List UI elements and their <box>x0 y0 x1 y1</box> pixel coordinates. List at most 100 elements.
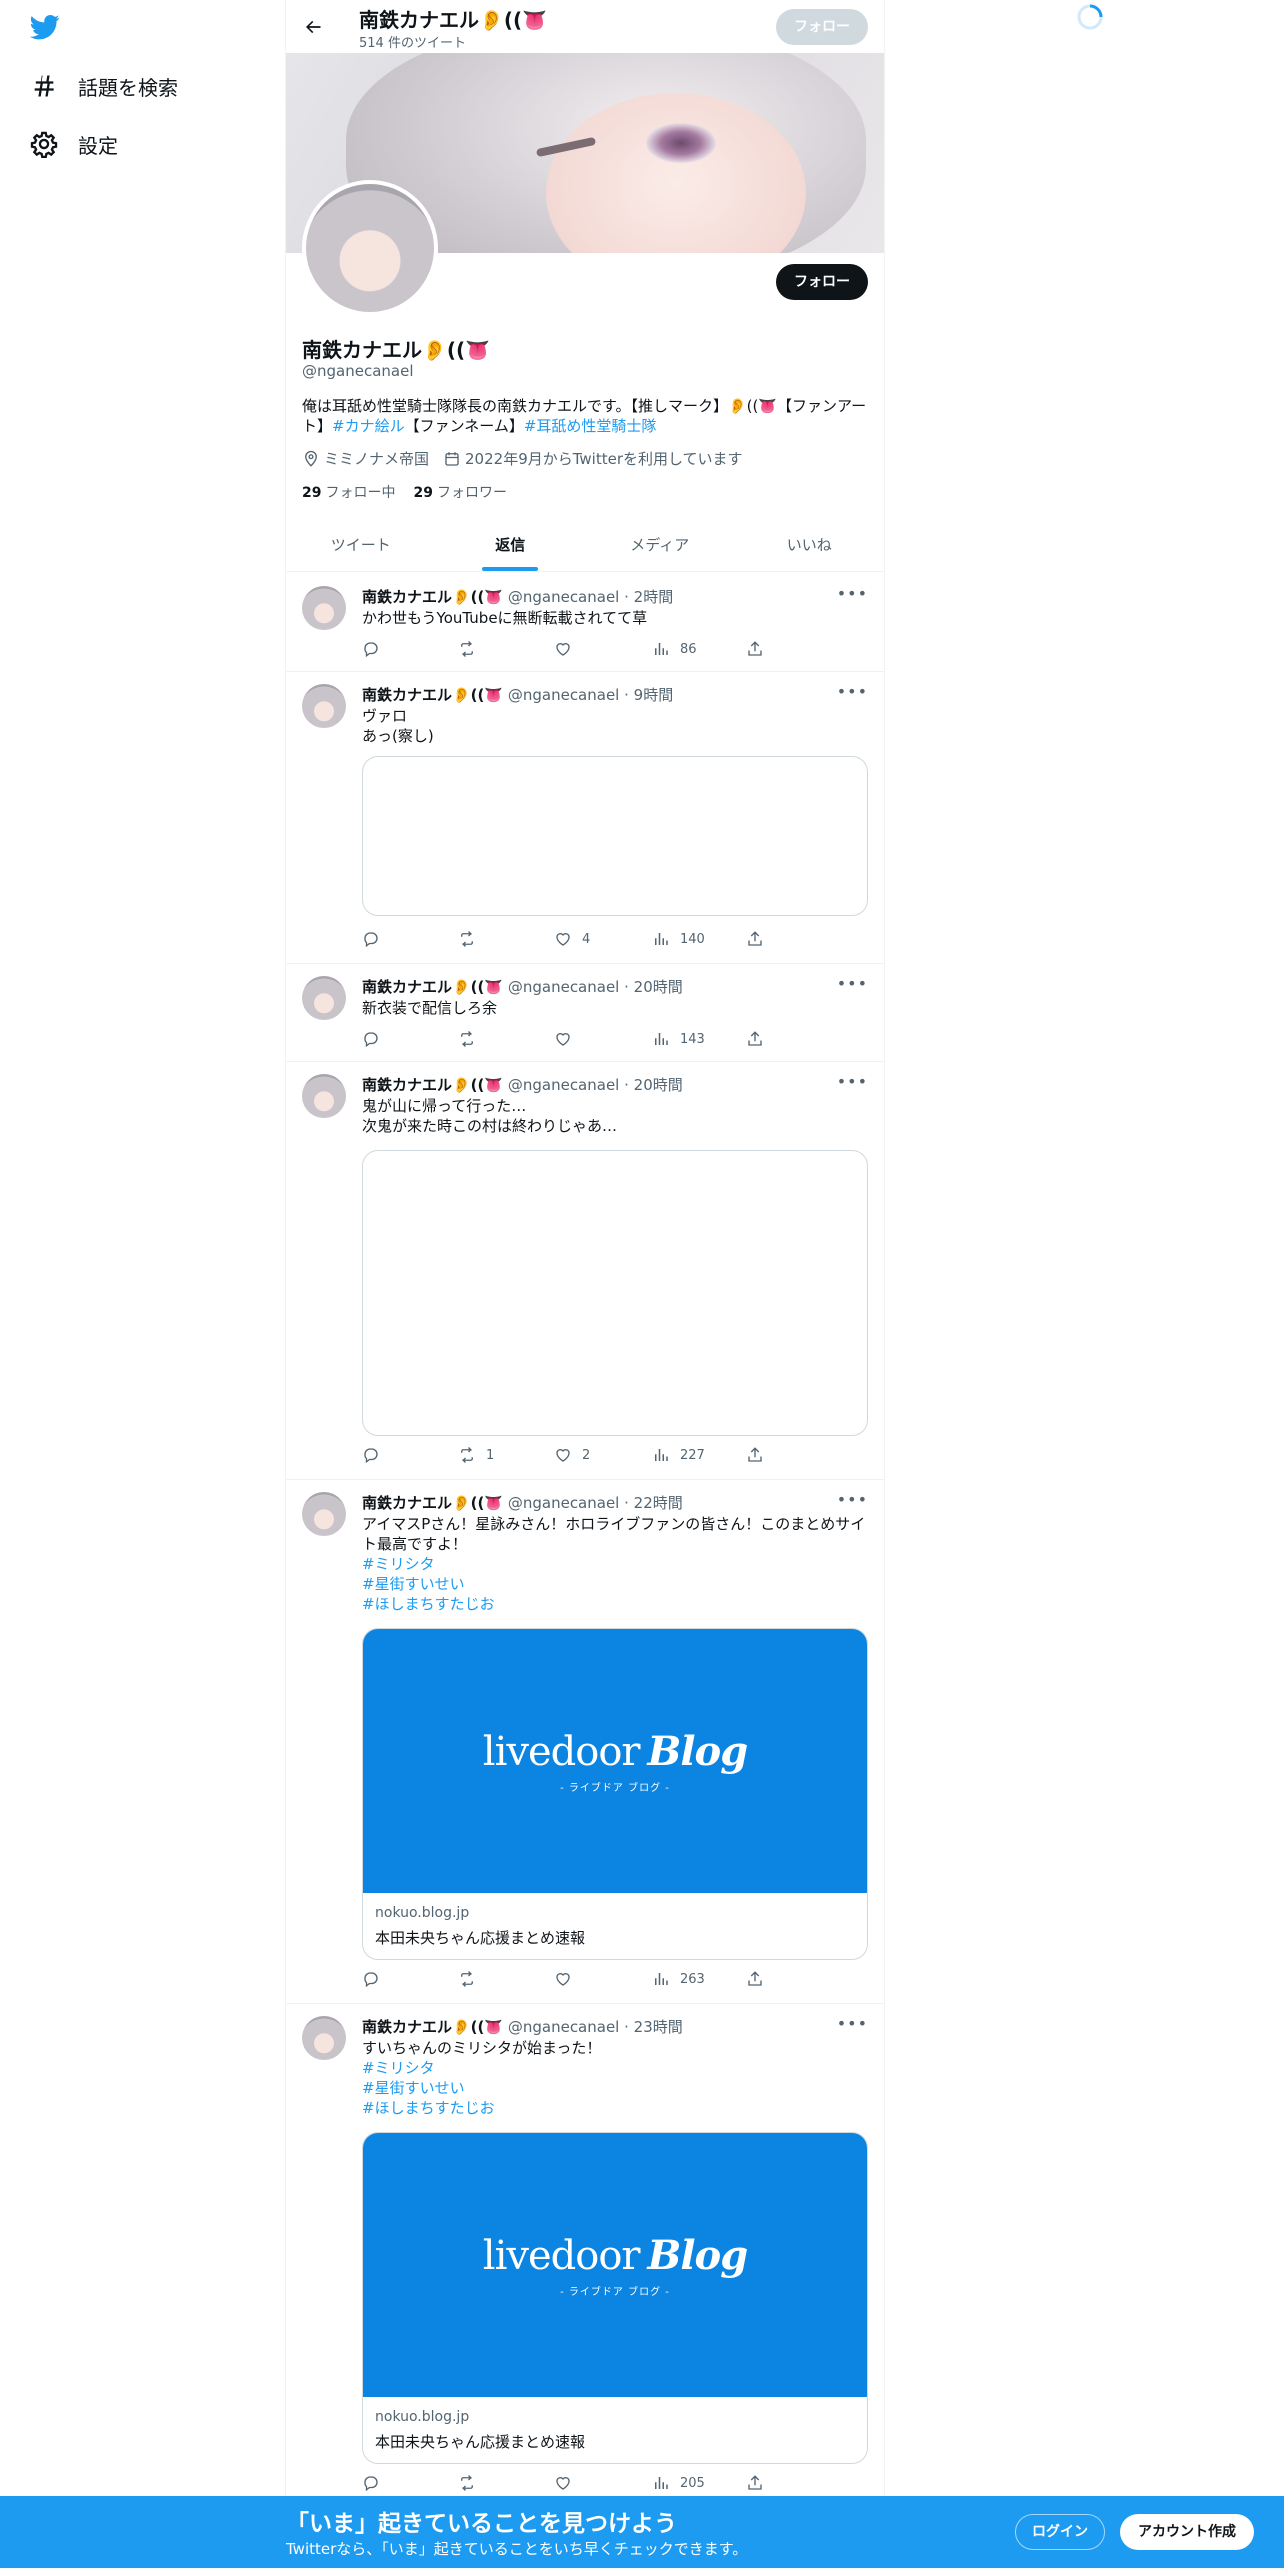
more-options-icon[interactable]: ••• <box>837 2014 868 2033</box>
tab-replies[interactable]: 返信 <box>436 517 586 571</box>
retweet-button[interactable] <box>458 1030 486 1048</box>
tweet-author-handle[interactable]: @nganecanael <box>508 588 620 606</box>
retweet-count: 1 <box>486 1447 495 1463</box>
tweet-media[interactable] <box>362 756 868 916</box>
tab-media[interactable]: メディア <box>585 517 735 571</box>
tweet-hashtag-link[interactable]: #ミリシタ <box>362 1554 868 1574</box>
tab-tweets[interactable]: ツイート <box>286 517 436 571</box>
views-button[interactable]: 140 <box>652 930 705 948</box>
link-card[interactable]: livedoor Blog - ライブドア ブログ - nokuo.blog.jp… <box>362 2132 868 2464</box>
header-profile-name: 南鉄カナエル👂((👅 <box>359 8 548 32</box>
retweet-button[interactable]: 1 <box>458 1446 494 1464</box>
twitter-bird-icon[interactable] <box>28 12 62 42</box>
share-button[interactable] <box>746 2474 774 2492</box>
more-options-icon[interactable]: ••• <box>837 974 868 993</box>
reply-icon <box>364 642 378 658</box>
follow-button[interactable]: フォロー <box>776 264 868 300</box>
views-button[interactable]: 86 <box>652 640 697 658</box>
tweet-avatar[interactable] <box>302 684 346 728</box>
signup-button[interactable]: アカウント作成 <box>1120 2514 1254 2550</box>
nav-settings[interactable]: 設定 <box>30 124 118 164</box>
tweet[interactable]: 南鉄カナエル👂((👅 @nganecanael · 2時間 ••• かわ世もうY… <box>286 574 884 672</box>
tweet-author-handle[interactable]: @nganecanael <box>508 1076 620 1094</box>
tweet-time[interactable]: · 22時間 <box>624 1494 683 1512</box>
tweet-author-handle[interactable]: @nganecanael <box>508 978 620 996</box>
share-button[interactable] <box>746 1446 774 1464</box>
views-button[interactable]: 227 <box>652 1446 705 1464</box>
like-button[interactable] <box>554 640 582 658</box>
tweet-author-handle[interactable]: @nganecanael <box>508 686 620 704</box>
tweet[interactable]: 南鉄カナエル👂((👅 @nganecanael · 9時間 ••• ヴァロ あっ… <box>286 672 884 964</box>
like-button[interactable] <box>554 1970 582 1988</box>
share-button[interactable] <box>746 1030 774 1048</box>
share-button[interactable] <box>746 1970 774 1988</box>
tweet-hashtag-link[interactable]: #ほしまちすたじお <box>362 1594 868 1614</box>
tweet-time[interactable]: · 2時間 <box>624 588 673 606</box>
views-button[interactable]: 143 <box>652 1030 705 1048</box>
tweet-time[interactable]: · 20時間 <box>624 1076 683 1094</box>
tweet[interactable]: 南鉄カナエル👂((👅 @nganecanael · 23時間 ••• すいちゃん… <box>286 2004 884 2504</box>
back-button[interactable] <box>298 12 328 42</box>
tweet-time[interactable]: · 23時間 <box>624 2018 683 2036</box>
tweet-author-name[interactable]: 南鉄カナエル👂((👅 <box>362 978 503 996</box>
more-options-icon[interactable]: ••• <box>837 1490 868 1509</box>
reply-button[interactable] <box>362 1970 390 1988</box>
views-button[interactable]: 205 <box>652 2474 705 2492</box>
tweet-author-handle[interactable]: @nganecanael <box>508 1494 620 1512</box>
bio-hashtag-link[interactable]: #カナ絵ル <box>332 417 405 435</box>
following-link[interactable]: 29 フォロー中 <box>302 482 395 502</box>
reply-button[interactable] <box>362 1446 390 1464</box>
tweet[interactable]: 南鉄カナエル👂((👅 @nganecanael · 22時間 ••• アイマスP… <box>286 1480 884 2004</box>
tweet[interactable]: 南鉄カナエル👂((👅 @nganecanael · 20時間 ••• 新衣装で配… <box>286 964 884 1062</box>
more-options-icon[interactable]: ••• <box>837 1072 868 1091</box>
more-options-icon[interactable]: ••• <box>837 682 868 701</box>
followers-link[interactable]: 29 フォロワー <box>413 482 506 502</box>
retweet-button[interactable] <box>458 1970 486 1988</box>
tweet-author-handle[interactable]: @nganecanael <box>508 2018 620 2036</box>
profile-joined: 2022年9月からTwitterを利用しています <box>443 448 743 469</box>
reply-button[interactable] <box>362 1030 390 1048</box>
retweet-icon <box>461 641 473 657</box>
like-button[interactable]: 2 <box>554 1446 590 1464</box>
tweet-hashtag-link[interactable]: #ほしまちすたじお <box>362 2098 868 2118</box>
tab-likes[interactable]: いいね <box>735 517 885 571</box>
like-button[interactable]: 4 <box>554 930 590 948</box>
share-button[interactable] <box>746 930 774 948</box>
reply-button[interactable] <box>362 930 390 948</box>
reply-button[interactable] <box>362 640 390 658</box>
retweet-button[interactable] <box>458 2474 486 2492</box>
retweet-button[interactable] <box>458 640 486 658</box>
tweet-author-name[interactable]: 南鉄カナエル👂((👅 <box>362 2018 503 2036</box>
retweet-button[interactable] <box>458 930 486 948</box>
header-follow-button[interactable]: フォロー <box>776 9 868 45</box>
tweet-author-name[interactable]: 南鉄カナエル👂((👅 <box>362 686 503 704</box>
tweet[interactable]: 南鉄カナエル👂((👅 @nganecanael · 20時間 ••• 鬼が山に帰… <box>286 1062 884 1480</box>
profile-header-bar: 南鉄カナエル👂((👅 514 件のツイート フォロー <box>286 0 884 53</box>
link-card[interactable]: livedoor Blog - ライブドア ブログ - nokuo.blog.jp… <box>362 1628 868 1960</box>
view-count: 140 <box>680 931 705 947</box>
tweet-author-name[interactable]: 南鉄カナエル👂((👅 <box>362 1076 503 1094</box>
tweet-author-name[interactable]: 南鉄カナエル👂((👅 <box>362 1494 503 1512</box>
like-button[interactable] <box>554 1030 582 1048</box>
tweet-time[interactable]: · 20時間 <box>624 978 683 996</box>
tweet-author-name[interactable]: 南鉄カナエル👂((👅 <box>362 588 503 606</box>
tweet-avatar[interactable] <box>302 2016 346 2060</box>
reply-button[interactable] <box>362 2474 390 2492</box>
tweet-media[interactable] <box>362 1150 868 1436</box>
tweet-avatar[interactable] <box>302 586 346 630</box>
tweet-hashtag-link[interactable]: #星街すいせい <box>362 1574 868 1594</box>
share-button[interactable] <box>746 640 774 658</box>
tweet-avatar[interactable] <box>302 1074 346 1118</box>
tweet-avatar[interactable] <box>302 1492 346 1536</box>
more-options-icon[interactable]: ••• <box>837 584 868 603</box>
like-button[interactable] <box>554 2474 582 2492</box>
tweet-avatar[interactable] <box>302 976 346 1020</box>
profile-avatar[interactable] <box>302 180 438 316</box>
login-button[interactable]: ログイン <box>1015 2514 1105 2550</box>
tweet-hashtag-link[interactable]: #星街すいせい <box>362 2078 868 2098</box>
nav-explore[interactable]: 話題を検索 <box>30 66 178 106</box>
bio-hashtag-link[interactable]: #耳舐め性堂騎士隊 <box>524 417 657 435</box>
tweet-hashtag-link[interactable]: #ミリシタ <box>362 2058 868 2078</box>
tweet-time[interactable]: · 9時間 <box>624 686 673 704</box>
views-button[interactable]: 263 <box>652 1970 705 1988</box>
